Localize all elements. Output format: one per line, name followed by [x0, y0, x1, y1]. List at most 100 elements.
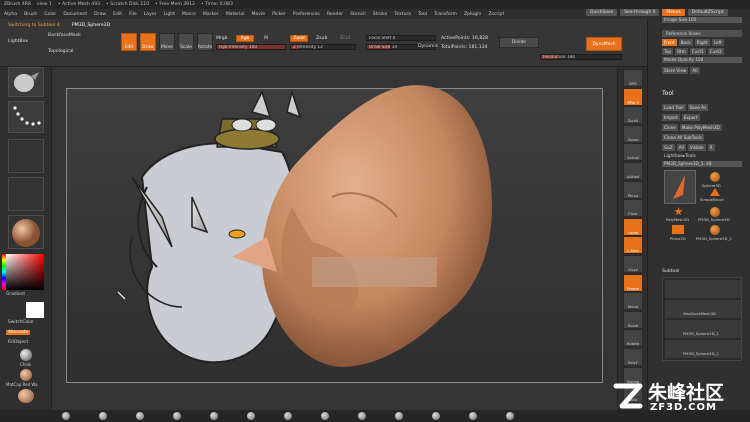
view-right[interactable]: Right: [694, 39, 710, 46]
make-polymesh-button[interactable]: Make PolyMesh3D: [679, 124, 722, 131]
menu-zplugin[interactable]: Zplugin: [464, 12, 481, 17]
material-ball-icon[interactable]: [358, 412, 366, 420]
view-back[interactable]: Back: [678, 39, 693, 46]
view-cust1[interactable]: Cust1: [689, 48, 706, 55]
shelf-move[interactable]: Move: [623, 292, 643, 311]
pm3d-sphere2-icon[interactable]: [710, 225, 720, 235]
subtool-item-4[interactable]: PM3D_Sphere3D_2: [665, 340, 741, 358]
sphere3d-icon[interactable]: [710, 172, 720, 182]
material-ball-icon[interactable]: [136, 412, 144, 420]
menu-movie[interactable]: Movie: [251, 12, 265, 17]
menu-alpha[interactable]: Alpha: [4, 12, 17, 17]
menus-button[interactable]: Menus: [662, 9, 685, 16]
subtool-item-3[interactable]: PM3D_Sphere3D_1: [665, 320, 741, 338]
edit-button[interactable]: Edit: [121, 33, 137, 51]
material-ball-icon[interactable]: [284, 412, 292, 420]
dynamic-toggle[interactable]: Dynamic: [418, 44, 438, 49]
clone-button[interactable]: Clone: [662, 124, 678, 131]
material-ball-icon[interactable]: [247, 412, 255, 420]
brush-thumbnail[interactable]: [8, 67, 44, 97]
menu-material[interactable]: Material: [226, 12, 245, 17]
lightbox-tools[interactable]: Lightbox▸Tools: [664, 154, 696, 159]
material-ball-icon[interactable]: [506, 412, 514, 420]
dynamesh-button[interactable]: DynaMesh: [586, 37, 622, 51]
goz-button[interactable]: GoZ: [662, 144, 675, 151]
see-through-slider[interactable]: See-through 0: [620, 9, 660, 16]
store-view-button[interactable]: Store View: [662, 67, 689, 74]
menu-picker[interactable]: Picker: [272, 12, 286, 17]
r-button[interactable]: R: [707, 144, 715, 151]
menu-marker[interactable]: Marker: [203, 12, 219, 17]
shelf-l-sym[interactable]: L.Sym: [623, 236, 643, 255]
shelf-local[interactable]: Local: [623, 217, 643, 236]
resolution-slider[interactable]: Resolution 184: [540, 54, 622, 60]
shelf-polyf[interactable]: PolyF: [623, 348, 643, 366]
stroke-thumbnail[interactable]: [8, 101, 44, 133]
shelf-rotate[interactable]: Rotate: [623, 329, 643, 348]
scale-button[interactable]: Scale: [178, 33, 194, 51]
menu-color[interactable]: Color: [44, 12, 56, 17]
material-ball-icon[interactable]: [210, 412, 218, 420]
menu-light[interactable]: Light: [164, 12, 175, 17]
tool-header[interactable]: Tool: [662, 90, 674, 97]
shelf-scale[interactable]: Scale: [623, 310, 643, 329]
shelf-bpr[interactable]: BPR: [623, 69, 643, 87]
zcut-toggle[interactable]: Zcut: [340, 36, 350, 41]
zscript-button[interactable]: DefaultZScript: [687, 9, 728, 16]
rotate-button[interactable]: Rotate: [197, 33, 213, 51]
material-ball-icon[interactable]: [395, 412, 403, 420]
fill-object-button[interactable]: FillObject: [8, 340, 28, 345]
subtool-item-1[interactable]: [665, 280, 741, 298]
menu-edit[interactable]: Edit: [113, 12, 122, 17]
view-left[interactable]: Left: [711, 39, 724, 46]
all-goz-button[interactable]: All: [676, 144, 686, 151]
visible-button[interactable]: Visible: [687, 144, 706, 151]
menu-stroke[interactable]: Stroke: [373, 12, 388, 17]
shelf-floor[interactable]: Floor: [623, 199, 643, 218]
plane3d-icon[interactable]: [672, 225, 684, 234]
pm3d-sphere-icon[interactable]: [710, 207, 720, 217]
alternate-button[interactable]: Alternate: [6, 330, 31, 335]
material-ball-icon[interactable]: [62, 412, 70, 420]
texture-thumbnail[interactable]: [8, 177, 44, 211]
view-front[interactable]: Front: [662, 39, 677, 46]
shelf-gxyz[interactable]: Gxyz: [623, 255, 643, 273]
menu-texture[interactable]: Texture: [394, 12, 411, 17]
rgb-intensity-slider[interactable]: Rgb Intensity 100: [216, 44, 286, 50]
material-ball-icon[interactable]: [321, 412, 329, 420]
load-tool-button[interactable]: Load Tool: [662, 104, 686, 111]
material-ball-icon[interactable]: [99, 412, 107, 420]
material-thumbnail[interactable]: [8, 215, 44, 249]
move-button[interactable]: Move: [159, 33, 175, 51]
image-size-slider[interactable]: Image Size 100: [662, 17, 742, 23]
shelf-zoom[interactable]: Zoom: [623, 124, 643, 143]
menu-brush[interactable]: Brush: [24, 12, 37, 17]
focal-shift-slider[interactable]: Focal Shift 0: [366, 35, 436, 41]
subtool-item-2[interactable]: WaxDuckMesh3D: [665, 300, 741, 318]
menu-file[interactable]: File: [129, 12, 137, 17]
menu-stencil[interactable]: Stencil: [350, 12, 366, 17]
color-picker[interactable]: [2, 254, 44, 290]
menu-transform[interactable]: Transform: [434, 12, 457, 17]
shelf-actual[interactable]: Actual: [623, 143, 643, 162]
menu-layer[interactable]: Layer: [144, 12, 157, 17]
export-button[interactable]: Export: [681, 114, 700, 121]
hue-strip[interactable]: [2, 254, 6, 290]
draw-button[interactable]: Draw: [140, 33, 156, 51]
current-tool-thumb[interactable]: [664, 170, 696, 204]
rgb-toggle[interactable]: Rgb: [236, 35, 254, 42]
secondary-color-swatch[interactable]: [26, 302, 44, 318]
menu-macro[interactable]: Macro: [182, 12, 196, 17]
save-as-button[interactable]: Save As: [687, 104, 709, 111]
menu-tool[interactable]: Tool: [418, 12, 427, 17]
model-opacity-slider[interactable]: Model Opacity 100: [662, 57, 742, 63]
current-material-icon[interactable]: [18, 389, 34, 403]
view-cust2[interactable]: Cust2: [707, 48, 724, 55]
switch-color-button[interactable]: SwitchColor: [8, 320, 34, 325]
divide-button[interactable]: Divide: [499, 37, 539, 48]
mrgb-toggle[interactable]: Mrgb: [216, 36, 228, 41]
shelf-spix-3[interactable]: SPix 3: [623, 87, 643, 106]
z-intensity-slider[interactable]: Z Intensity 12: [290, 44, 356, 50]
import-button[interactable]: Import: [662, 114, 680, 121]
rhino-sculpt-illustration[interactable]: [52, 67, 617, 410]
